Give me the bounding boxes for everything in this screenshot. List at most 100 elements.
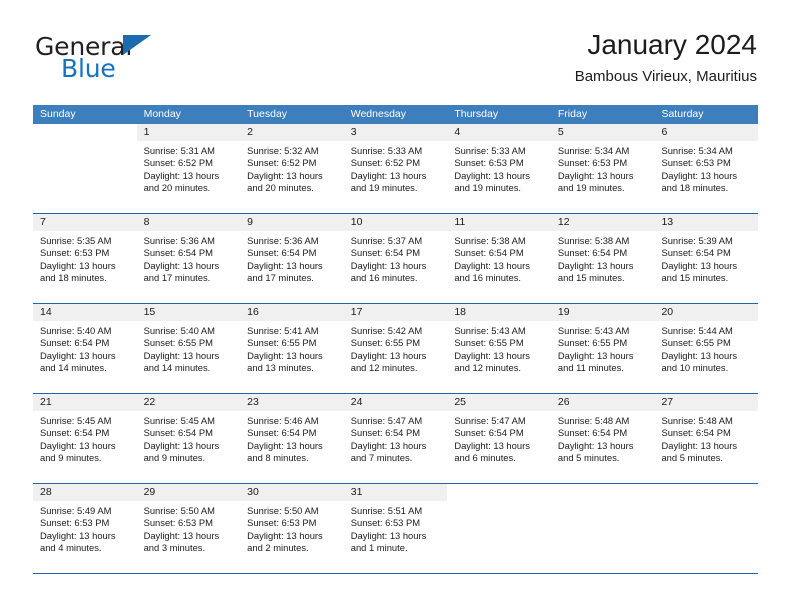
- weekday-header-friday: Friday: [557, 108, 588, 120]
- day-cell[interactable]: 22 Sunrise: 5:45 AM Sunset: 6:54 PM Dayligh…: [136, 394, 241, 483]
- day-details: Sunrise: 5:38 AM Sunset: 6:54 PM Daylight:…: [447, 231, 551, 284]
- day-cell[interactable]: 15 Sunrise: 5:40 AM Sunset: 6:55 PM Dayligh…: [136, 304, 241, 393]
- daylight-text-line2: and 20 minutes.: [247, 181, 314, 193]
- day-number-band: 8: [136, 214, 241, 231]
- day-cell[interactable]: 9 Sunrise: 5:36 AM Sunset: 6:54 PM Daylight…: [240, 214, 344, 303]
- day-number: 31: [350, 486, 363, 498]
- day-cell[interactable]: 4 Sunrise: 5:33 AM Sunset: 6:53 PM Daylight…: [447, 124, 551, 213]
- day-number: 29: [143, 486, 156, 498]
- day-number: 20: [661, 306, 674, 318]
- day-cell[interactable]: 5 Sunrise: 5:34 AM Sunset: 6:53 PM Daylight…: [550, 124, 655, 213]
- sunrise-text: Sunrise: 5:49 AM: [40, 505, 112, 516]
- day-cell[interactable]: 24 Sunrise: 5:47 AM Sunset: 6:54 PM Dayligh…: [343, 394, 448, 483]
- day-number-band: 1: [136, 124, 241, 141]
- sunset-text: Sunset: 6:55 PM: [454, 337, 524, 349]
- day-cell[interactable]: 30 Sunrise: 5:50 AM Sunset: 6:53 PM Dayligh…: [240, 484, 344, 573]
- calendar-bottom-divider: [33, 573, 758, 574]
- day-cell[interactable]: 28 Sunrise: 5:49 AM Sunset: 6:53 PM Dayligh…: [33, 484, 137, 573]
- daylight-text-line1: Daylight: 13 hours: [350, 349, 427, 361]
- day-cell[interactable]: 2 Sunrise: 5:32 AM Sunset: 6:52 PM Daylight…: [240, 124, 344, 213]
- day-cell[interactable]: 16 Sunrise: 5:41 AM Sunset: 6:55 PM Dayligh…: [240, 304, 344, 393]
- daylight-text-line2: and 17 minutes.: [247, 271, 314, 283]
- day-cell[interactable]: 3 Sunrise: 5:33 AM Sunset: 6:52 PM Daylight…: [343, 124, 448, 213]
- daylight-text-line1: Daylight: 13 hours: [40, 259, 116, 271]
- day-cell[interactable]: 1 Sunrise: 5:31 AM Sunset: 6:52 PM Daylight…: [136, 124, 241, 213]
- day-cell[interactable]: 25 Sunrise: 5:47 AM Sunset: 6:54 PM Dayligh…: [447, 394, 551, 483]
- day-details: Sunrise: 5:49 AM Sunset: 6:53 PM Daylight:…: [33, 501, 137, 554]
- day-number: 25: [454, 396, 466, 408]
- sunrise-text: Sunrise: 5:39 AM: [661, 235, 733, 246]
- day-number: 11: [454, 216, 466, 228]
- day-cell[interactable]: 11 Sunrise: 5:38 AM Sunset: 6:54 PM Dayligh…: [447, 214, 551, 303]
- day-details: Sunrise: 5:40 AM Sunset: 6:54 PM Daylight:…: [33, 321, 137, 374]
- day-cell[interactable]: 19 Sunrise: 5:43 AM Sunset: 6:55 PM Dayligh…: [550, 304, 655, 393]
- daylight-text-line2: and 20 minutes.: [143, 181, 211, 193]
- daylight-text-line1: Daylight: 13 hours: [557, 439, 634, 451]
- day-cell[interactable]: 20 Sunrise: 5:44 AM Sunset: 6:55 PM Dayligh…: [654, 304, 759, 393]
- sunset-text: Sunset: 6:53 PM: [40, 247, 110, 259]
- day-cell[interactable]: 8 Sunrise: 5:36 AM Sunset: 6:54 PM Daylight…: [136, 214, 241, 303]
- day-number: 17: [350, 306, 363, 318]
- day-cell-empty: [654, 484, 759, 573]
- day-cell[interactable]: 10 Sunrise: 5:37 AM Sunset: 6:54 PM Dayligh…: [343, 214, 448, 303]
- day-number: 5: [557, 126, 564, 138]
- day-cell[interactable]: 31 Sunrise: 5:51 AM Sunset: 6:53 PM Dayligh…: [343, 484, 448, 573]
- day-number: 16: [247, 306, 259, 318]
- day-cell[interactable]: 23 Sunrise: 5:46 AM Sunset: 6:54 PM Dayligh…: [240, 394, 344, 483]
- day-number-band: 11: [447, 214, 551, 231]
- day-number: 24: [350, 396, 363, 408]
- sunrise-text: Sunrise: 5:43 AM: [557, 325, 630, 336]
- day-number-band: 10: [343, 214, 448, 231]
- daylight-text-line1: Daylight: 13 hours: [247, 439, 323, 451]
- daylight-text-line1: Daylight: 13 hours: [143, 349, 220, 361]
- day-number-band: [447, 484, 551, 501]
- day-details: Sunrise: 5:32 AM Sunset: 6:52 PM Daylight:…: [240, 141, 344, 194]
- day-cell[interactable]: 27 Sunrise: 5:48 AM Sunset: 6:54 PM Dayligh…: [654, 394, 759, 483]
- sunrise-text: Sunrise: 5:47 AM: [454, 415, 526, 426]
- daylight-text-line2: and 6 minutes.: [454, 451, 516, 463]
- daylight-text-line1: Daylight: 13 hours: [454, 259, 530, 271]
- daylight-text-line2: and 16 minutes.: [454, 271, 522, 283]
- sunrise-text: Sunrise: 5:36 AM: [247, 235, 319, 246]
- day-cell[interactable]: 17 Sunrise: 5:42 AM Sunset: 6:55 PM Dayligh…: [343, 304, 448, 393]
- day-number-band: 20: [654, 304, 759, 321]
- day-cell[interactable]: 21 Sunrise: 5:45 AM Sunset: 6:54 PM Dayligh…: [33, 394, 137, 483]
- day-number: 15: [143, 306, 156, 318]
- daylight-text-line2: and 11 minutes.: [557, 361, 624, 373]
- daylight-text-line2: and 5 minutes.: [557, 451, 620, 463]
- daylight-text-line2: and 18 minutes.: [661, 181, 729, 193]
- day-number: 19: [557, 306, 570, 318]
- daylight-text-line1: Daylight: 13 hours: [661, 349, 738, 361]
- sunrise-text: Sunrise: 5:45 AM: [40, 415, 112, 426]
- day-cell[interactable]: 12 Sunrise: 5:38 AM Sunset: 6:54 PM Dayligh…: [550, 214, 655, 303]
- day-cell[interactable]: 13 Sunrise: 5:39 AM Sunset: 6:54 PM Dayligh…: [654, 214, 759, 303]
- day-number: 4: [454, 126, 461, 138]
- calendar-week-cells: 21 Sunrise: 5:45 AM Sunset: 6:54 PM Dayligh…: [33, 394, 759, 483]
- sunrise-text: Sunrise: 5:50 AM: [143, 505, 215, 516]
- calendar-week-row: 28 Sunrise: 5:49 AM Sunset: 6:53 PM Dayligh…: [33, 483, 759, 573]
- day-number: 21: [40, 396, 52, 408]
- daylight-text-line1: Daylight: 13 hours: [40, 349, 116, 361]
- logo-word-blue: Blue: [61, 54, 116, 83]
- day-number-band: 17: [343, 304, 448, 321]
- day-cell[interactable]: 29 Sunrise: 5:50 AM Sunset: 6:53 PM Dayligh…: [136, 484, 241, 573]
- day-details: Sunrise: 5:43 AM Sunset: 6:55 PM Daylight:…: [447, 321, 551, 374]
- day-cell[interactable]: 26 Sunrise: 5:48 AM Sunset: 6:54 PM Dayligh…: [550, 394, 655, 483]
- weekday-header-sunday: Sunday: [40, 108, 76, 120]
- sunrise-text: Sunrise: 5:33 AM: [350, 145, 423, 156]
- day-cell[interactable]: 14 Sunrise: 5:40 AM Sunset: 6:54 PM Dayligh…: [33, 304, 137, 393]
- sunset-text: Sunset: 6:55 PM: [143, 337, 213, 349]
- calendar-week-row: 1 Sunrise: 5:31 AM Sunset: 6:52 PM Daylight…: [33, 124, 759, 213]
- day-cell[interactable]: 6 Sunrise: 5:34 AM Sunset: 6:53 PM Daylight…: [654, 124, 759, 213]
- day-cell[interactable]: 7 Sunrise: 5:35 AM Sunset: 6:53 PM Daylight…: [33, 214, 137, 303]
- day-number: 9: [247, 216, 253, 228]
- sunset-text: Sunset: 6:55 PM: [661, 337, 731, 349]
- sunrise-text: Sunrise: 5:32 AM: [247, 145, 319, 156]
- daylight-text-line2: and 15 minutes.: [661, 271, 729, 283]
- daylight-text-line2: and 7 minutes.: [350, 451, 413, 463]
- day-cell[interactable]: 18 Sunrise: 5:43 AM Sunset: 6:55 PM Dayligh…: [447, 304, 551, 393]
- daylight-text-line2: and 9 minutes.: [40, 451, 102, 463]
- sunrise-text: Sunrise: 5:40 AM: [143, 325, 215, 336]
- sunset-text: Sunset: 6:54 PM: [350, 427, 421, 439]
- day-number-band: 28: [33, 484, 137, 501]
